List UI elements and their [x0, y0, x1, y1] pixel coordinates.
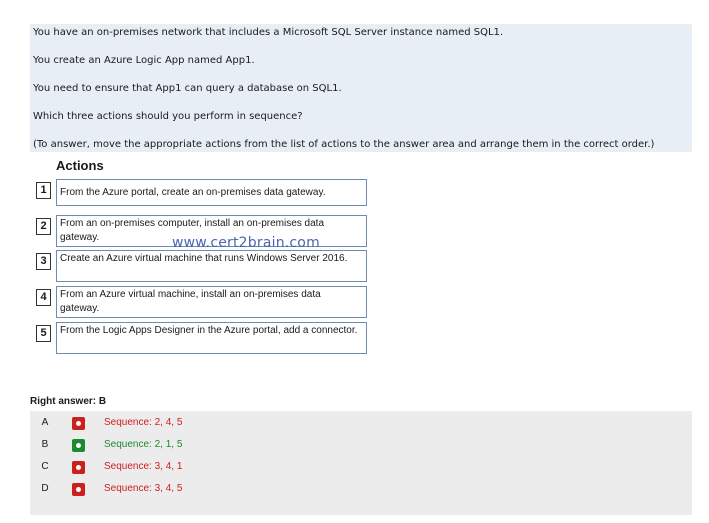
incorrect-marker-icon	[72, 483, 85, 496]
question-instructions: (To answer, move the appropriate actions…	[33, 139, 655, 150]
action-label[interactable]: From an Azure virtual machine, install a…	[56, 286, 367, 318]
option-letter: A	[41, 417, 49, 428]
answer-option[interactable]: A Sequence: 2, 4, 5	[30, 415, 692, 431]
question-line: You need to ensure that App1 can query a…	[33, 83, 342, 94]
question-line: You create an Azure Logic App named App1…	[33, 55, 255, 66]
option-letter: D	[41, 483, 49, 494]
question-panel: You have an on-premises network that inc…	[30, 24, 692, 152]
option-text: Sequence: 3, 4, 1	[104, 461, 183, 472]
question-line: You have an on-premises network that inc…	[33, 27, 504, 38]
action-number: 4	[36, 289, 51, 306]
answer-options: A Sequence: 2, 4, 5 B Sequence: 2, 1, 5 …	[30, 411, 692, 515]
correct-marker-icon	[72, 439, 85, 452]
option-text: Sequence: 3, 4, 5	[104, 483, 183, 494]
watermark: www.cert2brain.com	[172, 235, 320, 251]
question-line: Which three actions should you perform i…	[33, 111, 303, 122]
actions-heading: Actions	[56, 158, 104, 173]
answer-option[interactable]: C Sequence: 3, 4, 1	[30, 459, 692, 475]
answer-option[interactable]: D Sequence: 3, 4, 5	[30, 481, 692, 497]
action-number: 2	[36, 218, 51, 235]
action-number: 1	[36, 182, 51, 199]
option-text: Sequence: 2, 1, 5	[104, 439, 183, 450]
answer-option[interactable]: B Sequence: 2, 1, 5	[30, 437, 692, 453]
action-number: 3	[36, 253, 51, 270]
action-number: 5	[36, 325, 51, 342]
right-answer-label: Right answer: B	[30, 396, 107, 407]
incorrect-marker-icon	[72, 417, 85, 430]
option-letter: B	[41, 439, 49, 450]
option-letter: C	[41, 461, 49, 472]
action-label[interactable]: Create an Azure virtual machine that run…	[56, 250, 367, 282]
option-text: Sequence: 2, 4, 5	[104, 417, 183, 428]
action-label[interactable]: From the Azure portal, create an on-prem…	[56, 179, 367, 206]
incorrect-marker-icon	[72, 461, 85, 474]
action-label[interactable]: From the Logic Apps Designer in the Azur…	[56, 322, 367, 354]
